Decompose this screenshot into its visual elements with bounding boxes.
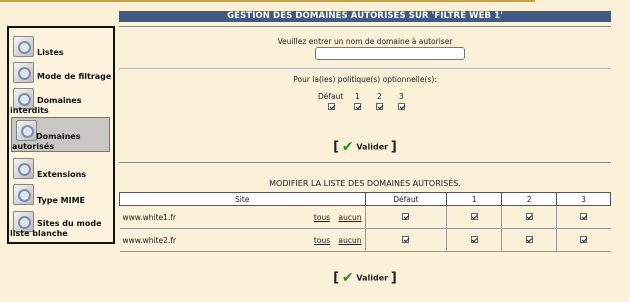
page-icon [13, 158, 34, 179]
column-header-1: 1 [446, 192, 503, 206]
row-checkbox-3[interactable] [580, 235, 588, 243]
sidebar-item-label: Mode de filtrage [37, 72, 112, 81]
sidebar-item-label: Extensions [37, 170, 87, 179]
submit-list-button[interactable]: [ ✔ Valider ] [119, 270, 611, 286]
top-accent-line [0, 0, 535, 2]
policy-checkbox-3[interactable] [398, 103, 405, 110]
row-checkbox-2[interactable] [525, 235, 533, 243]
domain-input[interactable] [315, 47, 465, 60]
sidebar-item-listes[interactable]: Listes [9, 34, 113, 60]
table-header-row: Site Défaut 1 2 3 [119, 192, 611, 206]
sidebar-item-label: Domaines autorisés [12, 132, 81, 151]
check-cell [364, 205, 447, 229]
sidebar-item-sites-liste-blanche[interactable]: Sites du mode liste blanche [9, 209, 113, 239]
bracket-right: ] [390, 270, 397, 286]
sidebar-item-domaines-interdits[interactable]: Domaines interdits [9, 86, 113, 116]
check-cell [556, 205, 611, 229]
column-header-3: 3 [556, 192, 611, 206]
checkmark-icon: ✔ [341, 270, 354, 286]
submit-label: Valider [356, 273, 389, 283]
page-title: GESTION DES DOMAINES AUTORISÉS SUR 'FILT… [119, 11, 611, 22]
policy-label-3: 3 [399, 92, 404, 101]
check-cell [446, 228, 502, 252]
page-icon [13, 62, 34, 83]
check-cell [501, 205, 557, 229]
policy-checkbox-defaut[interactable] [328, 103, 335, 110]
sidebar-item-extensions[interactable]: Extensions [9, 156, 113, 182]
checkmark-icon: ✔ [341, 139, 354, 155]
table-row: www.white1.fr tous aucun [119, 205, 611, 229]
sidebar-item-mode-filtrage[interactable]: Mode de filtrage [9, 60, 113, 86]
table-row: www.white2.fr tous aucun [119, 228, 611, 252]
divider [119, 26, 611, 27]
domain-prompt: Veuillez entrer un nom de domaine à auto… [277, 37, 453, 46]
policy-checkbox-2[interactable] [376, 103, 383, 110]
row-checkbox-1[interactable] [470, 235, 478, 243]
policy-prompt: Pour la(les) politique(s) optionnelle(s)… [293, 75, 437, 84]
divider [119, 68, 611, 69]
bracket-right: ] [390, 139, 397, 155]
sidebar-item-domaines-autorises[interactable]: Domaines autorisés [11, 117, 110, 152]
row-checkbox-2[interactable] [525, 212, 533, 220]
submit-domain-button[interactable]: [ ✔ Valider ] [119, 139, 611, 155]
site-cell: www.white1.fr tous aucun [119, 205, 365, 229]
domains-table: Site Défaut 1 2 3 www.white1.fr tous auc… [119, 192, 611, 252]
sidebar-item-type-mime[interactable]: Type MIME [9, 182, 113, 208]
sidebar-item-label: Domaines interdits [10, 96, 82, 115]
sidebar-item-label: Listes [37, 48, 64, 57]
sidebar: Listes Mode de filtrage Domaines interdi… [7, 26, 115, 244]
page-icon [13, 36, 34, 57]
check-cell [556, 228, 611, 252]
bracket-left: [ [333, 139, 340, 155]
row-checkbox-3[interactable] [580, 212, 588, 220]
policy-checkbox-1[interactable] [354, 103, 361, 110]
select-all-link[interactable]: tous [314, 236, 330, 245]
bracket-left: [ [333, 270, 340, 286]
sidebar-item-label: Sites du mode liste blanche [10, 219, 102, 238]
policy-label-defaut: Défaut [318, 92, 344, 101]
site-name: www.white2.fr [122, 235, 177, 245]
policy-label-2: 2 [377, 92, 382, 101]
select-none-link[interactable]: aucun [339, 213, 362, 222]
check-cell [364, 228, 447, 252]
check-cell [501, 228, 557, 252]
row-checkbox-defaut[interactable] [402, 212, 410, 220]
row-checkbox-1[interactable] [470, 212, 478, 220]
sidebar-item-label: Type MIME [37, 196, 86, 205]
column-header-defaut: Défaut [364, 192, 448, 206]
list-heading: MODIFIER LA LISTE DES DOMAINES AUTORISÉS… [269, 179, 461, 188]
site-name: www.white1.fr [122, 212, 177, 222]
column-header-site: Site [119, 192, 366, 206]
page-icon [13, 184, 34, 205]
divider [119, 162, 611, 163]
select-none-link[interactable]: aucun [339, 236, 362, 245]
row-checkbox-defaut[interactable] [402, 235, 410, 243]
select-all-link[interactable]: tous [314, 213, 330, 222]
check-cell [446, 205, 502, 229]
column-header-2: 2 [501, 192, 558, 206]
submit-label: Valider [356, 142, 389, 152]
policy-label-1: 1 [355, 92, 360, 101]
site-cell: www.white2.fr tous aucun [119, 228, 365, 252]
